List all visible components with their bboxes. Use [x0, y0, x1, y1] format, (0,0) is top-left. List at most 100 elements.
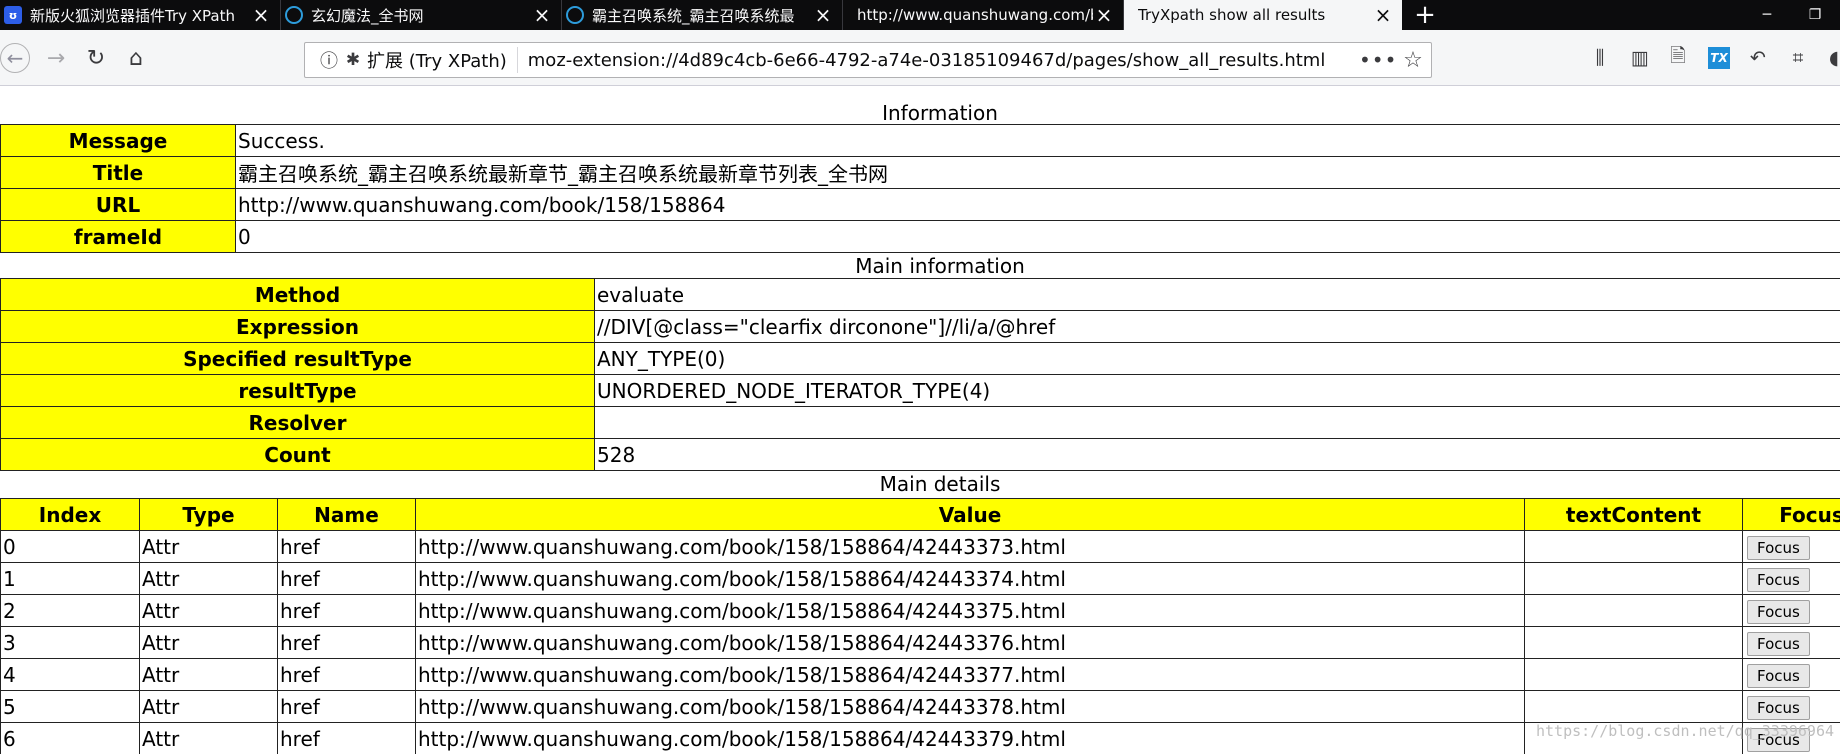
table-row: 1 Attr href http://www.quanshuwang.com/book… — [0, 562, 1840, 595]
home-button[interactable]: ⌂ — [120, 42, 152, 74]
cell-value: http://www.quanshuwang.com/book/158/1588… — [415, 690, 1525, 723]
back-button[interactable]: ← — [0, 43, 30, 73]
column-header: Focus — [1742, 498, 1840, 531]
url-text[interactable]: moz-extension://4d89c4cb-6e66-4792-a74e-… — [528, 50, 1359, 71]
column-header: Name — [277, 498, 416, 531]
close-icon[interactable]: × — [812, 5, 834, 25]
cell-text — [1524, 626, 1743, 659]
close-icon[interactable]: × — [1372, 5, 1394, 25]
cell-index: 2 — [0, 594, 140, 627]
cell-name: href — [277, 626, 416, 659]
main-info-value: evaluate — [594, 278, 1840, 311]
cell-type: Attr — [139, 562, 278, 595]
focus-button[interactable]: Focus — [1747, 535, 1810, 560]
info-value: http://www.quanshuwang.com/book/158/1588… — [235, 188, 1840, 221]
cell-index: 5 — [0, 690, 140, 723]
tab-tryxpath-article[interactable]: ʊ 新版火狐浏览器插件Try XPath × — [0, 0, 281, 30]
cell-index: 3 — [0, 626, 140, 659]
cell-text — [1524, 530, 1743, 563]
cell-focus: Focus — [1742, 562, 1840, 595]
tab-tryxpath-results[interactable]: TryXpath show all results × — [1124, 0, 1402, 30]
main-info-key: Count — [0, 438, 595, 471]
main-information-table: Method evaluate Expression//DIV[@class="cl… — [0, 278, 1840, 471]
tab-quanshuwang-url[interactable]: http://www.quanshuwang.com/b × — [843, 0, 1124, 30]
close-icon[interactable]: × — [1093, 5, 1115, 25]
cell-text — [1524, 690, 1743, 723]
main-info-row: Expression//DIV[@class="clearfix dircono… — [0, 310, 1840, 343]
tab-title: http://www.quanshuwang.com/b — [857, 6, 1093, 24]
cell-value: http://www.quanshuwang.com/book/158/1588… — [415, 658, 1525, 691]
information-table: Message Success. Title 霸主召唤系统_霸主召唤系统最新章节_霸主… — [0, 124, 1840, 253]
sidebar-icon[interactable]: ▥ — [1624, 42, 1656, 74]
cell-type: Attr — [139, 690, 278, 723]
tab-xuanhuan[interactable]: 玄幻魔法_全书网 × — [281, 0, 562, 30]
close-icon[interactable]: × — [531, 5, 553, 25]
minimize-icon[interactable]: ─ — [1744, 0, 1790, 30]
cell-index: 6 — [0, 722, 140, 754]
cell-text — [1524, 594, 1743, 627]
close-icon[interactable]: × — [250, 5, 272, 25]
focus-button[interactable]: Focus — [1747, 695, 1810, 720]
reload-button[interactable]: ↻ — [80, 42, 112, 74]
main-details-table: Index Type Name Value textContent Focus 0 Attr… — [0, 498, 1840, 754]
table-row: 2 Attr href http://www.quanshuwang.com/book… — [0, 594, 1840, 627]
main-info-row: Count 528 — [0, 438, 1840, 471]
main-info-row: Resolver — [0, 406, 1840, 439]
cell-value: http://www.quanshuwang.com/book/158/1588… — [415, 562, 1525, 595]
cell-value: http://www.quanshuwang.com/book/158/1588… — [415, 594, 1525, 627]
main-info-row: Method evaluate — [0, 278, 1840, 311]
info-icon[interactable]: ⓘ — [315, 47, 343, 73]
pdf-document-icon[interactable]: 🗎 — [1662, 42, 1694, 74]
more-actions-icon[interactable]: ••• — [1359, 48, 1396, 72]
cell-name: href — [277, 722, 416, 754]
table-row: 0 Attr href http://www.quanshuwang.com/book… — [0, 530, 1840, 563]
cell-focus: Focus — [1742, 626, 1840, 659]
info-key: frameId — [0, 220, 236, 253]
library-icon[interactable]: ⫼ — [1584, 42, 1616, 74]
crop-icon[interactable]: ⌗ — [1782, 42, 1814, 74]
cell-index: 1 — [0, 562, 140, 595]
focus-button[interactable]: Focus — [1747, 631, 1810, 656]
results-page: Information Message Success. Title 霸主召唤系统_霸… — [0, 86, 1840, 754]
navigation-toolbar: ← → ↻ ⌂ ⓘ ✱ 扩展 (Try XPath) moz-extension… — [0, 30, 1840, 86]
info-row: frameId 0 — [0, 220, 1840, 253]
watermark: https://blog.csdn.net/qq_33396964 — [1535, 722, 1834, 740]
address-bar[interactable]: ⓘ ✱ 扩展 (Try XPath) moz-extension://4d89c… — [304, 42, 1432, 78]
cell-focus: Focus — [1742, 594, 1840, 627]
undo-arrow-icon[interactable]: ↶ — [1742, 42, 1774, 74]
forward-button[interactable]: → — [40, 42, 72, 74]
table-row: 5 Attr href http://www.quanshuwang.com/book… — [0, 690, 1840, 723]
tab-title: TryXpath show all results — [1138, 6, 1326, 24]
main-info-key: Specified resultType — [0, 342, 595, 375]
identity-label[interactable]: 扩展 (Try XPath) — [363, 47, 518, 73]
cell-type: Attr — [139, 722, 278, 754]
info-key: URL — [0, 188, 236, 221]
cell-name: href — [277, 690, 416, 723]
focus-button[interactable]: Focus — [1747, 663, 1810, 688]
column-header: Index — [0, 498, 140, 531]
tab-title: 新版火狐浏览器插件Try XPath — [30, 6, 235, 25]
baidu-paw-icon: ʊ — [4, 6, 22, 24]
column-header: Type — [139, 498, 278, 531]
new-tab-button[interactable]: + — [1402, 0, 1448, 30]
tryxpath-extension-icon[interactable]: TX — [1708, 47, 1730, 69]
column-header: Value — [415, 498, 1525, 531]
info-value: 霸主召唤系统_霸主召唤系统最新章节_霸主召唤系统最新章节列表_全书网 — [235, 156, 1840, 189]
tab-strip: ʊ 新版火狐浏览器插件Try XPath × 玄幻魔法_全书网 × 霸主召唤系统… — [0, 0, 1840, 30]
main-info-key: resultType — [0, 374, 595, 407]
main-info-value: ANY_TYPE(0) — [594, 342, 1840, 375]
focus-button[interactable]: Focus — [1747, 567, 1810, 592]
restore-icon[interactable]: ❐ — [1792, 0, 1838, 30]
cell-focus: Focus — [1742, 690, 1840, 723]
cell-name: href — [277, 530, 416, 563]
info-key: Title — [0, 156, 236, 189]
info-value: 0 — [235, 220, 1840, 253]
info-row: Message Success. — [0, 124, 1840, 157]
overflow-icon[interactable]: ◖ — [1818, 42, 1840, 74]
tab-bazhu[interactable]: 霸主召唤系统_霸主召唤系统最 × — [562, 0, 843, 30]
focus-button[interactable]: Focus — [1747, 599, 1810, 624]
main-info-value — [594, 406, 1840, 439]
cell-value: http://www.quanshuwang.com/book/158/1588… — [415, 722, 1525, 754]
bookmark-star-icon[interactable]: ☆ — [1395, 48, 1431, 73]
globe-icon — [566, 6, 584, 24]
